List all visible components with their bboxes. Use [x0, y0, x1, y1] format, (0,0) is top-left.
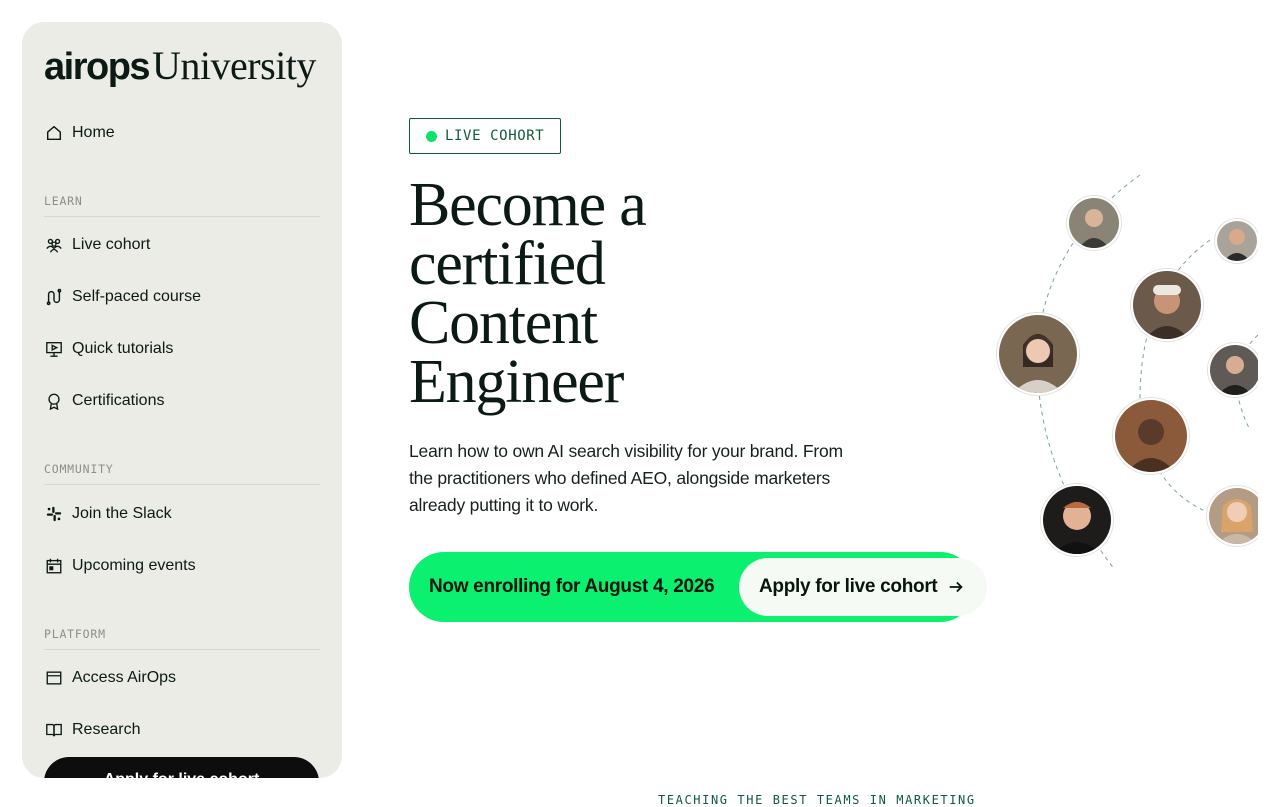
hero-title: Become a certified Content Engineer [409, 171, 929, 416]
book-icon [44, 720, 64, 740]
nav-item-join-slack[interactable]: Join the Slack [44, 501, 172, 527]
nav-item-upcoming-events[interactable]: Upcoming events [44, 553, 196, 579]
nav-item-access-airops[interactable]: Access AirOps [44, 665, 176, 691]
enrollment-date-text: Now enrolling for August 4, 2026 [429, 576, 715, 597]
instructor-avatar [1067, 196, 1121, 250]
instructor-avatar [1207, 486, 1258, 546]
instructor-avatar [1208, 343, 1258, 397]
sidebar-apply-cohort-button[interactable]: Apply for live cohort [44, 757, 319, 778]
nav-item-label: Access AirOps [72, 669, 177, 686]
hero-title-line: Engineer [409, 348, 624, 416]
route-icon [44, 287, 64, 307]
airops-university-logo[interactable]: airops University [44, 42, 316, 88]
instructor-network-graphic [990, 170, 1258, 580]
live-dot-icon [426, 130, 437, 142]
nav-item-label: Certifications [72, 392, 165, 409]
logo-airops: airops [44, 46, 151, 88]
sidebar: airops University Home LEARN Live cohort… [22, 22, 342, 778]
nav-item-research[interactable]: Research [44, 717, 140, 743]
badge-label: LIVE COHORT [445, 128, 545, 144]
instructor-avatar [1215, 219, 1258, 263]
instructor-avatar [997, 313, 1079, 395]
instructor-avatar [1131, 269, 1203, 341]
logo-university: University [152, 43, 316, 88]
home-icon [44, 123, 64, 143]
section-label-community: COMMUNITY [44, 462, 320, 485]
nav-item-label: Quick tutorials [72, 340, 174, 357]
people-icon [44, 235, 64, 255]
nav-item-home[interactable]: Home [44, 120, 115, 146]
nav-item-certifications[interactable]: Certifications [44, 388, 164, 414]
arrow-right-icon [947, 578, 965, 596]
nav-item-live-cohort[interactable]: Live cohort [44, 232, 150, 258]
hero-description: Learn how to own AI search visibility fo… [409, 441, 843, 515]
screen-play-icon [44, 339, 64, 359]
nav-item-label: Home [72, 124, 115, 141]
hero-title-line: certified [409, 230, 606, 298]
live-cohort-badge: LIVE COHORT [409, 118, 562, 154]
nav-item-self-paced-course[interactable]: Self-paced course [44, 284, 201, 310]
instructor-avatar [1041, 484, 1113, 556]
nav-item-label: Research [72, 721, 141, 738]
nav-item-label: Upcoming events [72, 557, 196, 574]
apply-live-cohort-button[interactable]: Apply for live cohort [739, 558, 987, 616]
enroll-cta-pill: Now enrolling for August 4, 2026 Apply f… [409, 552, 987, 622]
nav-item-label: Join the Slack [72, 505, 172, 522]
nav-item-quick-tutorials[interactable]: Quick tutorials [44, 336, 173, 362]
hero-title-line: Content [409, 289, 598, 357]
teams-caption: TEACHING THE BEST TEAMS IN MARKETING [658, 793, 976, 807]
badge-ribbon-icon [44, 391, 64, 411]
nav-item-label: Live cohort [72, 236, 151, 253]
section-label-learn: LEARN [44, 194, 320, 217]
window-icon [44, 668, 64, 688]
hero-title-line: Become a [409, 171, 647, 239]
apply-button-label: Apply for live cohort [759, 576, 938, 597]
nav-item-label: Self-paced course [72, 288, 201, 305]
calendar-icon [44, 556, 64, 576]
section-label-platform: PLATFORM [44, 627, 320, 650]
slack-icon [44, 504, 64, 524]
instructor-avatar [1113, 398, 1189, 474]
